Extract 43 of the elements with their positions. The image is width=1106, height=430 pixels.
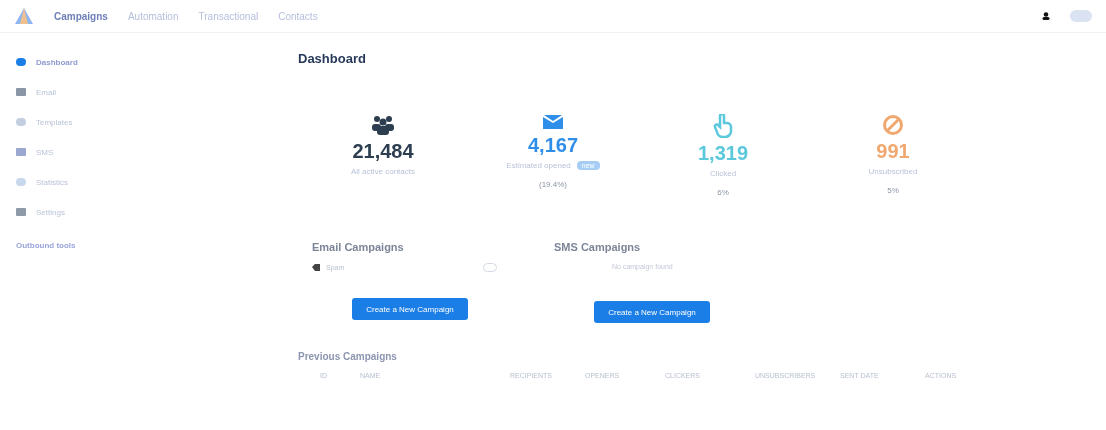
stat-percentage: 5% <box>887 186 899 195</box>
blocked-icon <box>882 114 904 136</box>
stat-percentage: 6% <box>717 188 729 197</box>
page-title: Dashboard <box>298 51 367 66</box>
nav-tab[interactable]: Campaigns <box>54 10 108 22</box>
sidebar-item[interactable]: Templates <box>16 107 254 137</box>
sidebar-item[interactable]: Settings <box>16 197 254 227</box>
section-title: SMS Campaigns <box>554 241 642 253</box>
stat-value: 991 <box>876 140 910 163</box>
sidebar-item[interactable]: Dashboard <box>16 47 254 77</box>
menu-item-icon <box>16 57 26 67</box>
section-title: Previous Campaigns <box>298 351 398 362</box>
envelope-icon <box>542 114 564 130</box>
menu-item-icon <box>16 207 26 217</box>
users-icon <box>371 114 395 136</box>
menu-item-icon <box>16 87 26 97</box>
create-campaign-button[interactable]: Create a New Campaign <box>352 298 468 320</box>
toggle-switch[interactable] <box>1070 10 1092 22</box>
sidebar-item[interactable]: Statistics <box>16 167 254 197</box>
stat-label: Clicked <box>709 169 737 178</box>
toggle-icon[interactable] <box>483 263 497 272</box>
sidebar-item[interactable]: SMS <box>16 137 254 167</box>
sidebar-item[interactable]: Email <box>16 77 254 107</box>
stat-label: Unsubscribed <box>868 167 918 176</box>
create-campaign-button[interactable]: Create a New Campaign <box>594 301 710 323</box>
stat-label: All active contacts <box>351 167 415 176</box>
tag-icon <box>312 264 320 271</box>
sidebar-link[interactable]: Outbound tools <box>16 241 254 250</box>
stat-value: 4,167 <box>527 134 579 157</box>
menu-item-icon <box>16 177 26 187</box>
stat-percentage: (19.4%) <box>539 180 567 189</box>
stat-value: 21,484 <box>352 140 414 163</box>
nav-tab[interactable]: Transactional <box>198 10 259 22</box>
stat-value: 1,319 <box>697 142 749 165</box>
logo-icon[interactable] <box>14 7 34 25</box>
nav-tab[interactable]: Automation <box>127 10 179 22</box>
user-icon[interactable] <box>1042 12 1050 20</box>
section-title: Email Campaigns <box>312 241 405 253</box>
stat-label: Estimated opened <box>506 161 571 170</box>
menu-item-icon <box>16 147 26 157</box>
pointer-hand-icon <box>713 114 733 138</box>
nav-tab[interactable]: Contacts <box>278 10 318 22</box>
menu-item-icon <box>16 117 26 127</box>
